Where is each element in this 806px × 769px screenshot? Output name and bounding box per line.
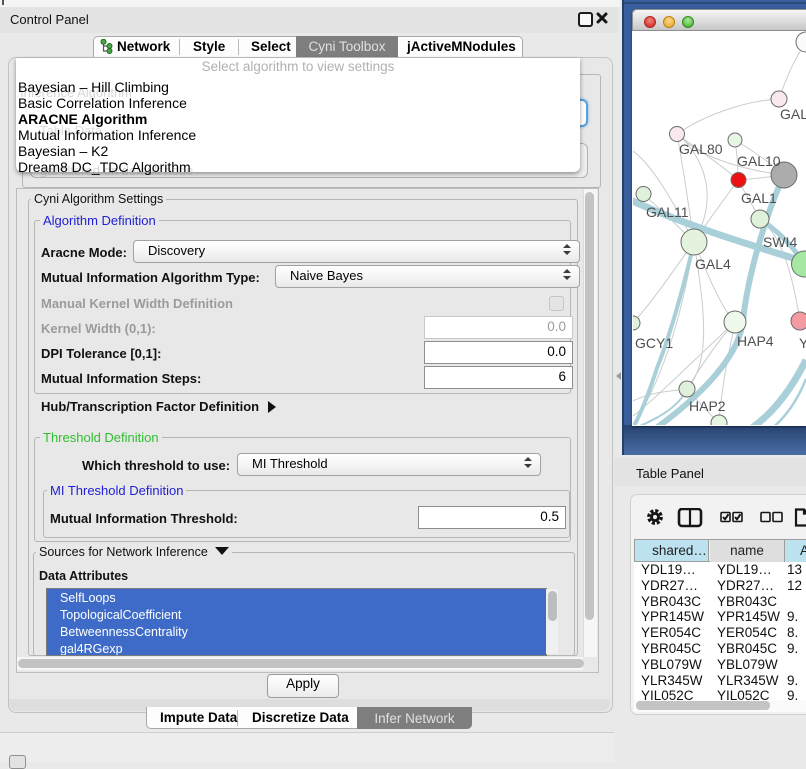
svg-text:GCY1: GCY1 bbox=[635, 335, 673, 351]
svg-text:GAL80: GAL80 bbox=[679, 141, 723, 157]
svg-text:GAL4: GAL4 bbox=[695, 256, 731, 272]
svg-text:HAP4: HAP4 bbox=[737, 333, 774, 349]
svg-text:GAL10: GAL10 bbox=[737, 153, 781, 169]
svg-text:GAL11: GAL11 bbox=[646, 204, 689, 220]
svg-text:HAP2: HAP2 bbox=[689, 398, 726, 414]
svg-text:GAL1: GAL1 bbox=[741, 190, 777, 206]
svg-text:SWI4: SWI4 bbox=[763, 234, 797, 250]
svg-text:GAL: GAL bbox=[780, 106, 806, 122]
svg-text:Y: Y bbox=[799, 335, 806, 351]
